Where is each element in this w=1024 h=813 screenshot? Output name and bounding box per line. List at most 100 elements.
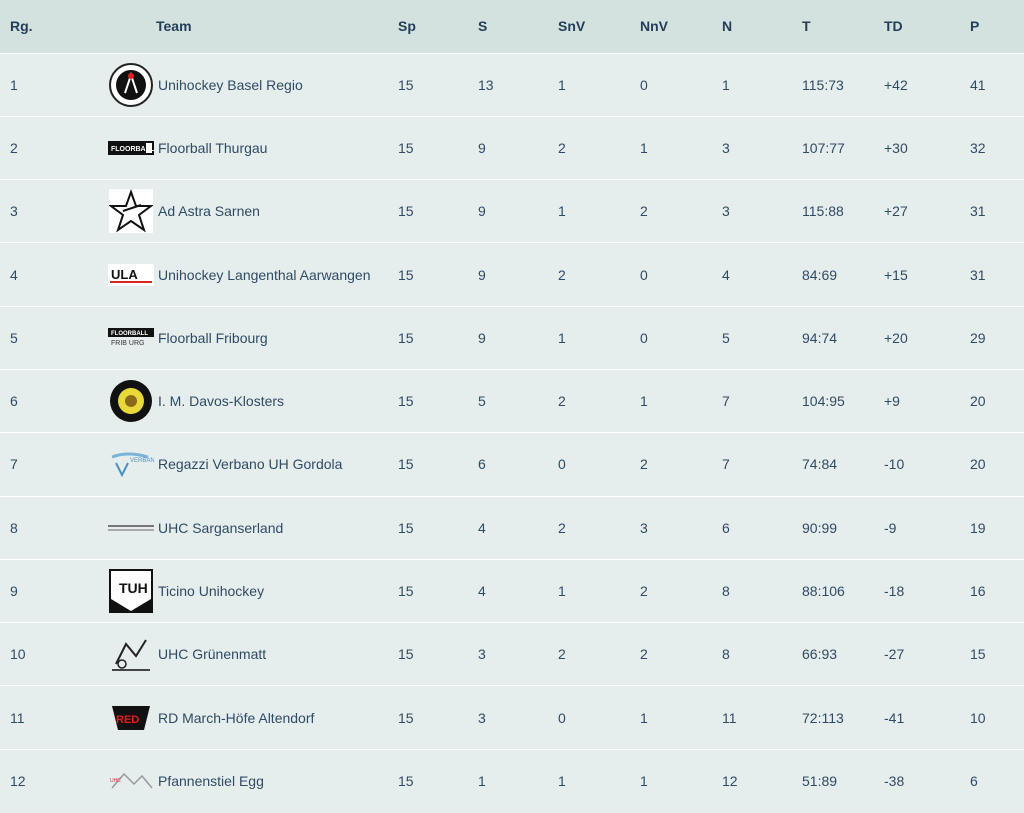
team-cell[interactable]: Ad Astra Sarnen (108, 179, 398, 243)
points-cell: 20 (970, 368, 1024, 433)
team-cell[interactable]: FLOORBALL FRIB URG Floorball Fribourg (108, 305, 398, 370)
goal-difference-cell: -9 (884, 495, 970, 560)
wins-cell: 4 (478, 558, 558, 623)
points-cell: 32 (970, 115, 1024, 180)
goals-cell: 74:84 (802, 432, 884, 497)
overtime-losses-cell: 0 (640, 305, 722, 370)
points-cell: 6 (970, 748, 1024, 813)
table-row[interactable]: 5 FLOORBALL FRIB URG Floorball Fribourg 1… (0, 305, 1024, 370)
header-snv[interactable]: SnV (558, 0, 640, 53)
svg-text:FRIB URG: FRIB URG (111, 340, 144, 347)
team-cell[interactable]: Unihockey Basel Regio (108, 52, 398, 117)
wins-cell: 9 (478, 242, 558, 307)
goal-difference-cell: +42 (884, 52, 970, 117)
header-td[interactable]: TD (884, 0, 970, 53)
team-cell[interactable]: UHC Sarganserland (108, 495, 398, 560)
table-row[interactable]: 1 Unihockey Basel Regio 15 13 1 0 1 115:… (0, 52, 1024, 117)
goals-cell: 90:99 (802, 495, 884, 560)
team-name[interactable]: Floorball Thurgau (158, 140, 267, 156)
team-name[interactable]: I. M. Davos-Klosters (158, 393, 284, 409)
team-name[interactable]: Unihockey Langenthal Aarwangen (158, 267, 371, 283)
standings-table: Rg. Team Sp S SnV NnV N T TD P 1 Unihock… (0, 0, 1024, 813)
team-cell[interactable]: RED RD March-Höfe Altendorf (108, 685, 398, 750)
points-cell: 19 (970, 495, 1024, 560)
header-row: Rg. Team Sp S SnV NnV N T TD P (0, 0, 1024, 53)
svg-text:TUH: TUH (119, 580, 148, 596)
table-row[interactable]: 2 FLOORBALL Floorball Thurgau 15 9 2 1 3… (0, 115, 1024, 180)
wins-cell: 4 (478, 495, 558, 560)
header-team[interactable]: Team (108, 0, 398, 53)
team-name[interactable]: RD March-Höfe Altendorf (158, 710, 314, 726)
team-cell[interactable]: UHC Pfannenstiel Egg (108, 748, 398, 813)
wins-cell: 9 (478, 179, 558, 243)
header-n[interactable]: N (722, 0, 802, 53)
team-cell[interactable]: I. M. Davos-Klosters (108, 368, 398, 433)
goals-cell: 94:74 (802, 305, 884, 370)
overtime-wins-cell: 1 (558, 52, 640, 117)
table-row[interactable]: 7 VERBANO Regazzi Verbano UH Gordola 15 … (0, 432, 1024, 497)
games-played-cell: 15 (398, 368, 478, 433)
header-s[interactable]: S (478, 0, 558, 53)
overtime-losses-cell: 1 (640, 685, 722, 750)
games-played-cell: 15 (398, 748, 478, 813)
wins-cell: 3 (478, 622, 558, 686)
team-cell[interactable]: TUH Ticino Unihockey (108, 558, 398, 623)
team-name[interactable]: UHC Grünenmatt (158, 646, 266, 662)
team-name[interactable]: Ad Astra Sarnen (158, 203, 260, 219)
table-row[interactable]: 11 RED RD March-Höfe Altendorf 15 3 0 1 … (0, 685, 1024, 750)
team-name[interactable]: Pfannenstiel Egg (158, 773, 264, 789)
overtime-wins-cell: 2 (558, 622, 640, 686)
team-name[interactable]: Regazzi Verbano UH Gordola (158, 456, 342, 472)
overtime-losses-cell: 2 (640, 432, 722, 497)
overtime-losses-cell: 0 (640, 52, 722, 117)
team-cell[interactable]: VERBANO Regazzi Verbano UH Gordola (108, 432, 398, 497)
overtime-wins-cell: 2 (558, 242, 640, 307)
team-name[interactable]: Ticino Unihockey (158, 583, 264, 599)
losses-cell: 7 (722, 432, 802, 497)
wins-cell: 5 (478, 368, 558, 433)
overtime-losses-cell: 1 (640, 368, 722, 433)
team-logo-icon: VERBANO (108, 441, 154, 487)
points-cell: 31 (970, 242, 1024, 307)
header-nnv[interactable]: NnV (640, 0, 722, 53)
team-logo-icon: FLOORBALL FRIB URG (108, 315, 154, 361)
team-logo-icon: TUH (108, 568, 154, 614)
table-row[interactable]: 9 TUH Ticino Unihockey 15 4 1 2 8 88:106… (0, 558, 1024, 623)
table-row[interactable]: 4 ULA Unihockey Langenthal Aarwangen 15 … (0, 242, 1024, 307)
table-row[interactable]: 3 Ad Astra Sarnen 15 9 1 2 3 115:88 +27 … (0, 179, 1024, 243)
header-t[interactable]: T (802, 0, 884, 53)
goals-cell: 66:93 (802, 622, 884, 686)
points-cell: 20 (970, 432, 1024, 497)
losses-cell: 4 (722, 242, 802, 307)
goal-difference-cell: -27 (884, 622, 970, 686)
rank-cell: 4 (0, 242, 108, 307)
overtime-losses-cell: 1 (640, 748, 722, 813)
table-row[interactable]: 10 UHC Grünenmatt 15 3 2 2 8 66:93 -27 1… (0, 622, 1024, 686)
games-played-cell: 15 (398, 495, 478, 560)
team-cell[interactable]: ULA Unihockey Langenthal Aarwangen (108, 242, 398, 307)
table-row[interactable]: 6 I. M. Davos-Klosters 15 5 2 1 7 104:95… (0, 368, 1024, 433)
overtime-wins-cell: 0 (558, 685, 640, 750)
points-cell: 16 (970, 558, 1024, 623)
team-cell[interactable]: FLOORBALL Floorball Thurgau (108, 115, 398, 180)
games-played-cell: 15 (398, 305, 478, 370)
losses-cell: 5 (722, 305, 802, 370)
wins-cell: 13 (478, 52, 558, 117)
table-row[interactable]: 12 UHC Pfannenstiel Egg 15 1 1 1 12 51:8… (0, 748, 1024, 813)
overtime-wins-cell: 1 (558, 179, 640, 243)
goal-difference-cell: +9 (884, 368, 970, 433)
goal-difference-cell: +27 (884, 179, 970, 243)
team-name[interactable]: Unihockey Basel Regio (158, 77, 303, 93)
svg-text:FLOORBALL: FLOORBALL (111, 146, 154, 153)
goals-cell: 84:69 (802, 242, 884, 307)
losses-cell: 3 (722, 179, 802, 243)
team-cell[interactable]: UHC Grünenmatt (108, 622, 398, 686)
team-name[interactable]: Floorball Fribourg (158, 330, 268, 346)
overtime-losses-cell: 2 (640, 179, 722, 243)
header-sp[interactable]: Sp (398, 0, 478, 53)
header-rank[interactable]: Rg. (0, 0, 108, 53)
header-p[interactable]: P (970, 0, 1024, 53)
table-row[interactable]: 8 UHC Sarganserland 15 4 2 3 6 90:99 -9 … (0, 495, 1024, 560)
team-name[interactable]: UHC Sarganserland (158, 520, 283, 536)
overtime-losses-cell: 3 (640, 495, 722, 560)
